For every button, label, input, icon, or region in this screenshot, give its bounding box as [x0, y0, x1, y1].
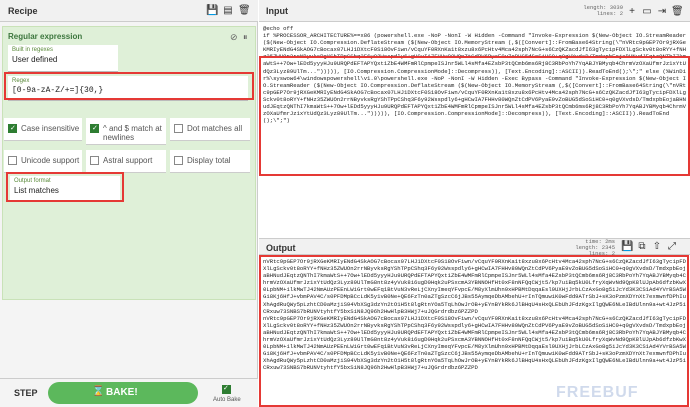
auto-bake-label: Auto Bake — [213, 397, 241, 403]
option-label: Display total — [187, 156, 231, 165]
pause-operation-icon[interactable]: ⏸ — [243, 32, 248, 43]
option-astral-support[interactable]: Astral support — [86, 150, 166, 173]
regex-highlight — [4, 72, 254, 100]
option-label: ^ and $ match at newlines — [103, 124, 162, 142]
option-label: Dot matches all — [187, 124, 243, 133]
output-format-highlight — [6, 172, 124, 202]
option-label: Case insensitive — [21, 124, 80, 133]
step-button[interactable]: STEP — [14, 388, 38, 398]
input-stats: length: 3039 lines: 2 — [583, 5, 623, 17]
option-dot-matches-all[interactable]: Dot matches all — [170, 118, 250, 141]
disable-operation-icon[interactable]: ⊘ — [230, 32, 238, 43]
option-unicode-support[interactable]: Unicode support — [4, 150, 82, 173]
checkbox-icon[interactable] — [8, 124, 17, 133]
option-label: Unicode support — [21, 156, 80, 165]
recipe-header: Recipe 💾 ▤ 🗑 — [0, 0, 258, 22]
option-multiline[interactable]: ^ and $ match at newlines — [86, 118, 166, 145]
checkbox-icon[interactable] — [174, 156, 183, 165]
open-folder-icon[interactable]: ▭ — [641, 6, 653, 18]
checkbox-icon[interactable] — [174, 124, 183, 133]
input-lines-value: 2 — [619, 10, 623, 17]
built-in-regexes-field[interactable]: Built in regexes User defined — [8, 45, 118, 72]
input-highlight — [259, 56, 690, 176]
add-tab-icon[interactable]: + — [626, 6, 638, 18]
clear-input-icon[interactable]: 🗑 — [671, 6, 684, 18]
built-in-regexes-value: User defined — [12, 55, 58, 64]
auto-bake-checkbox[interactable] — [222, 384, 231, 394]
folder-icon[interactable]: ▤ — [222, 5, 234, 17]
operation-title: Regular expression — [8, 32, 83, 41]
bake-label: BAKE! — [106, 387, 138, 398]
input-title: Input — [266, 6, 288, 16]
maximise-output-icon[interactable]: ⤢ — [666, 241, 678, 253]
copy-output-icon[interactable]: ⧉ — [636, 241, 648, 253]
checkbox-icon[interactable] — [8, 156, 17, 165]
import-file-icon[interactable]: ⇥ — [656, 6, 668, 18]
option-label: Astral support — [103, 156, 153, 165]
checkbox-icon[interactable] — [90, 156, 99, 165]
watermark-logo: FREEBUF — [556, 384, 639, 401]
chef-hat-icon: ⌛ — [92, 386, 105, 397]
bake-button[interactable]: ⌛ BAKE! — [48, 382, 198, 404]
output-title: Output — [266, 243, 296, 253]
built-in-regexes-label: Built in regexes — [12, 47, 54, 53]
option-case-insensitive[interactable]: Case insensitive — [4, 118, 82, 141]
checkbox-icon[interactable] — [90, 124, 99, 133]
save-output-icon[interactable]: 💾 — [621, 241, 633, 253]
replace-input-icon[interactable]: ⇧ — [651, 241, 663, 253]
option-display-total[interactable]: Display total — [170, 150, 250, 173]
save-icon[interactable]: 💾 — [206, 5, 218, 17]
input-lines-label: lines: — [596, 10, 617, 17]
recipe-title: Recipe — [8, 6, 38, 16]
trash-icon[interactable]: 🗑 — [238, 5, 251, 17]
